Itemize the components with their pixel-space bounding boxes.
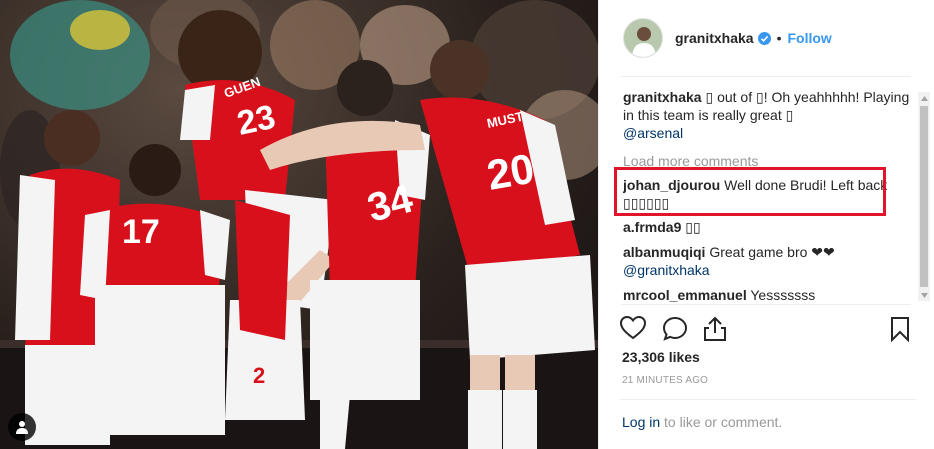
author-avatar[interactable] <box>623 18 663 58</box>
follow-button[interactable]: Follow <box>788 30 832 46</box>
list-item: albanmuqiqi Great game bro ❤❤ @granitxha… <box>623 243 913 279</box>
comment-bubble-icon[interactable] <box>662 316 688 347</box>
avatar-image <box>624 19 662 57</box>
comment-mention-link[interactable]: @granitxhaka <box>623 262 710 278</box>
login-link[interactable]: Log in <box>622 414 660 430</box>
list-item: mrcool_emmanuel Yesssssss <box>623 286 913 302</box>
user-tags-button[interactable] <box>8 413 36 441</box>
comments-divider <box>621 304 911 305</box>
comment-username[interactable]: albanmuqiqi <box>623 244 705 260</box>
players-illustration: 17 23 34 20 2 GUEN MUST <box>0 10 598 449</box>
caption-mention-link[interactable]: @arsenal <box>623 125 683 141</box>
like-heart-icon[interactable] <box>619 315 647 345</box>
jersey-number-2: 2 <box>253 363 265 388</box>
comment-text: Great game bro ❤❤ <box>709 244 835 260</box>
scroll-down-arrow-icon[interactable] <box>918 289 930 301</box>
comment-text: ▯▯ <box>685 219 701 235</box>
post-timestamp: 21 MINUTES AGO <box>622 375 709 386</box>
caption-username[interactable]: granitxhaka <box>623 89 702 105</box>
person-icon <box>16 421 28 434</box>
jersey-number-17: 17 <box>122 213 160 251</box>
scroll-up-arrow-icon[interactable] <box>918 92 930 104</box>
comment-username[interactable]: a.frmda9 <box>623 219 681 235</box>
save-bookmark-icon[interactable] <box>890 316 910 347</box>
footer-divider <box>620 399 916 400</box>
likes-count[interactable]: 23,306 likes <box>622 349 700 365</box>
jersey-number-20: 20 <box>483 144 537 198</box>
post-header: granitxhaka • Follow <box>599 0 934 76</box>
verified-badge-icon <box>757 31 771 45</box>
comment-text: Yesssssss <box>750 287 816 302</box>
list-item: a.frmda9 ▯▯ <box>623 218 913 236</box>
separator-dot: • <box>776 30 782 46</box>
comment-highlight-box <box>614 167 886 216</box>
share-icon[interactable] <box>703 316 727 347</box>
scrollbar-thumb[interactable] <box>920 106 928 287</box>
post-photo: 17 23 34 20 2 GUEN MUST <box>0 0 598 449</box>
login-prompt: Log in to like or comment. <box>622 414 782 430</box>
caption: granitxhaka ▯ out of ▯! Oh yeahhhhh! Pla… <box>623 88 913 142</box>
header-divider <box>621 76 911 77</box>
player-34 <box>310 60 430 449</box>
comments-scrollbar[interactable] <box>918 92 930 301</box>
login-prompt-text: to like or comment. <box>664 414 783 430</box>
jersey-number-23: 23 <box>234 98 279 143</box>
post-actions <box>619 315 916 345</box>
comment-username[interactable]: mrcool_emmanuel <box>623 287 747 302</box>
author-username[interactable]: granitxhaka <box>675 30 754 46</box>
